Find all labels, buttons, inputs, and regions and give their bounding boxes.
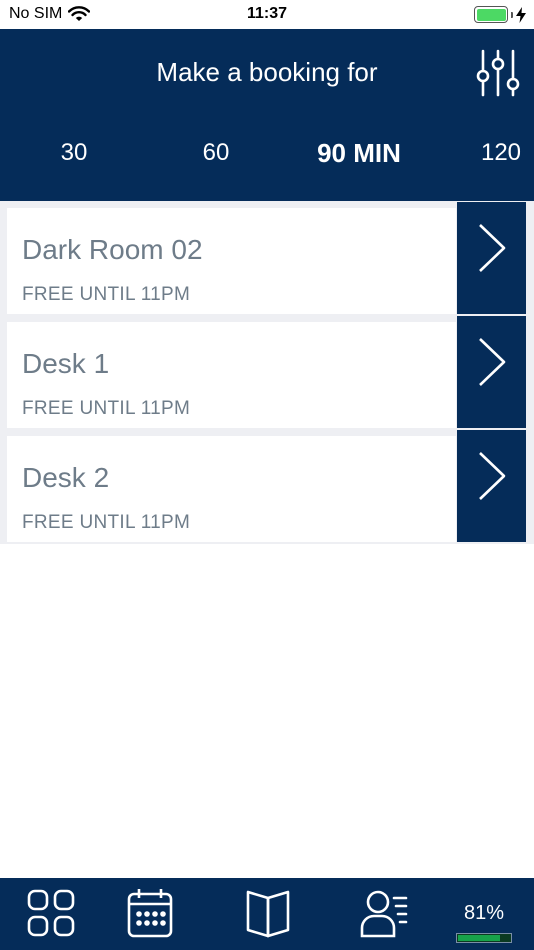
battery-percent: 81%: [463, 902, 505, 924]
battery-tip: [511, 11, 513, 18]
room-book-button[interactable]: [457, 430, 526, 542]
duration-option-30[interactable]: 30: [61, 139, 88, 167]
chevron-right-icon: [479, 224, 506, 272]
battery-icon: [474, 6, 508, 23]
room-card[interactable]: Desk 2 FREE UNTIL 11PM: [7, 436, 456, 542]
room-name: Desk 2: [22, 462, 110, 493]
room-book-button[interactable]: [457, 316, 526, 428]
tab-bar: 81%: [0, 878, 534, 950]
booking-header: Make a booking for 30 60 90 MIN 120: [0, 29, 534, 201]
status-right: [474, 6, 526, 23]
grid-icon: [27, 889, 75, 937]
tab-dashboard[interactable]: [24, 888, 80, 940]
room-book-button[interactable]: [457, 202, 526, 314]
room-row-desk-1[interactable]: Desk 1 FREE UNTIL 11PM: [7, 316, 526, 428]
battery-level-fill: [458, 935, 501, 941]
chevron-right-icon: [479, 338, 506, 386]
calendar-icon: [127, 889, 173, 938]
room-list: Dark Room 02 FREE UNTIL 11PM Desk 1 FREE…: [0, 201, 534, 544]
chevron-right-icon: [479, 452, 506, 500]
room-name: Desk 1: [22, 348, 110, 379]
contacts-icon: [360, 890, 408, 938]
battery-level-bar: [456, 933, 512, 943]
room-name: Dark Room 02: [22, 234, 203, 265]
room-status: FREE UNTIL 11PM: [22, 284, 191, 305]
book-icon: [246, 890, 290, 938]
duration-option-90-selected[interactable]: 90 MIN: [317, 138, 401, 169]
tab-contacts[interactable]: [358, 888, 414, 940]
room-row-desk-2[interactable]: Desk 2 FREE UNTIL 11PM: [7, 430, 526, 542]
duration-option-60[interactable]: 60: [203, 139, 230, 167]
room-row-dark-room-02[interactable]: Dark Room 02 FREE UNTIL 11PM: [7, 202, 526, 314]
room-card[interactable]: Dark Room 02 FREE UNTIL 11PM: [7, 208, 456, 314]
status-time: 11:37: [246, 5, 288, 22]
tab-directory[interactable]: [241, 888, 297, 940]
charging-bolt-icon: [516, 6, 526, 23]
page-title: Make a booking for: [156, 57, 378, 87]
room-card[interactable]: Desk 1 FREE UNTIL 11PM: [7, 322, 456, 428]
room-status: FREE UNTIL 11PM: [22, 512, 191, 533]
room-status: FREE UNTIL 11PM: [22, 398, 191, 419]
duration-option-120[interactable]: 120: [481, 139, 521, 167]
sliders-icon: [476, 49, 520, 97]
filter-button[interactable]: [472, 47, 524, 99]
status-bar: No SIM 11:37: [0, 0, 534, 29]
duration-selector: 30 60 90 MIN 120: [0, 138, 534, 171]
device-battery-indicator: 81%: [452, 902, 516, 943]
tab-calendar[interactable]: [124, 888, 180, 940]
